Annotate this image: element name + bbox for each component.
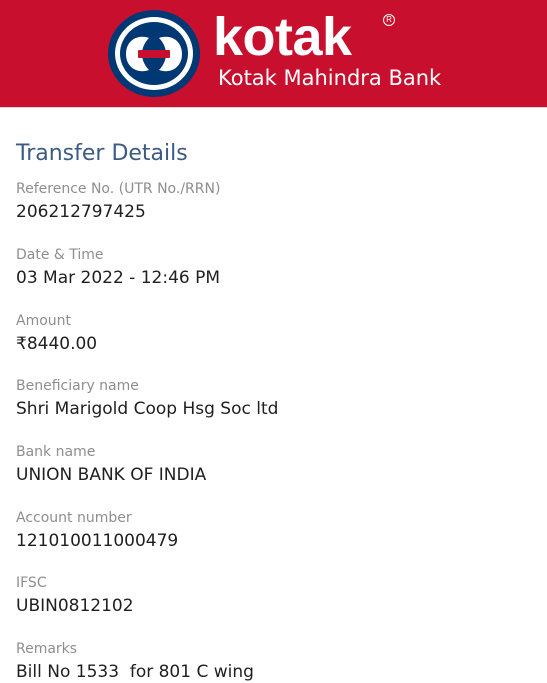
field-value: UBIN0812102 <box>16 596 134 616</box>
field-bank-name: Bank name UNION BANK OF INDIA <box>16 443 206 486</box>
field-label: Remarks <box>16 641 78 657</box>
field-value: ₹8440.00 <box>16 334 98 354</box>
field-amount: Amount ₹8440.00 <box>16 312 97 355</box>
field-value: 03 Mar 2022 - 12:46 PM <box>16 268 221 288</box>
field-value: Bill No 1533 for 801 C wing <box>16 662 254 682</box>
field-label: Reference No. (UTR No./RRN) <box>16 181 221 197</box>
transfer-details-panel: Transfer Details Reference No. (UTR No./… <box>16 108 531 682</box>
kotak-logo-icon <box>108 10 200 97</box>
field-label: Amount <box>16 313 72 329</box>
field-beneficiary-name: Beneficiary name Shri Marigold Coop Hsg … <box>16 377 278 420</box>
field-label: Account number <box>16 510 132 526</box>
field-value: 206212797425 <box>16 202 146 222</box>
field-account-number: Account number 121010011000479 <box>16 509 178 552</box>
field-value: UNION BANK OF INDIA <box>16 465 207 485</box>
field-label: Date & Time <box>16 247 104 263</box>
field-value: 121010011000479 <box>16 531 179 551</box>
field-reference-number: Reference No. (UTR No./RRN) 206212797425 <box>16 180 220 223</box>
app-header: kotak R Kotak Mahindra Bank <box>0 0 547 108</box>
field-date-time: Date & Time 03 Mar 2022 - 12:46 PM <box>16 246 220 289</box>
brand-wordmark: kotak <box>213 7 352 67</box>
field-label: Bank name <box>16 444 96 460</box>
page-title: Transfer Details <box>16 141 188 166</box>
field-value: Shri Marigold Coop Hsg Soc ltd <box>16 399 279 419</box>
field-remarks: Remarks Bill No 1533 for 801 C wing <box>16 640 254 683</box>
field-label: IFSC <box>16 575 47 591</box>
bank-full-name: Kotak Mahindra Bank <box>218 66 442 90</box>
field-label: Beneficiary name <box>16 378 139 394</box>
registered-mark: R <box>383 14 395 26</box>
field-ifsc: IFSC UBIN0812102 <box>16 574 134 617</box>
